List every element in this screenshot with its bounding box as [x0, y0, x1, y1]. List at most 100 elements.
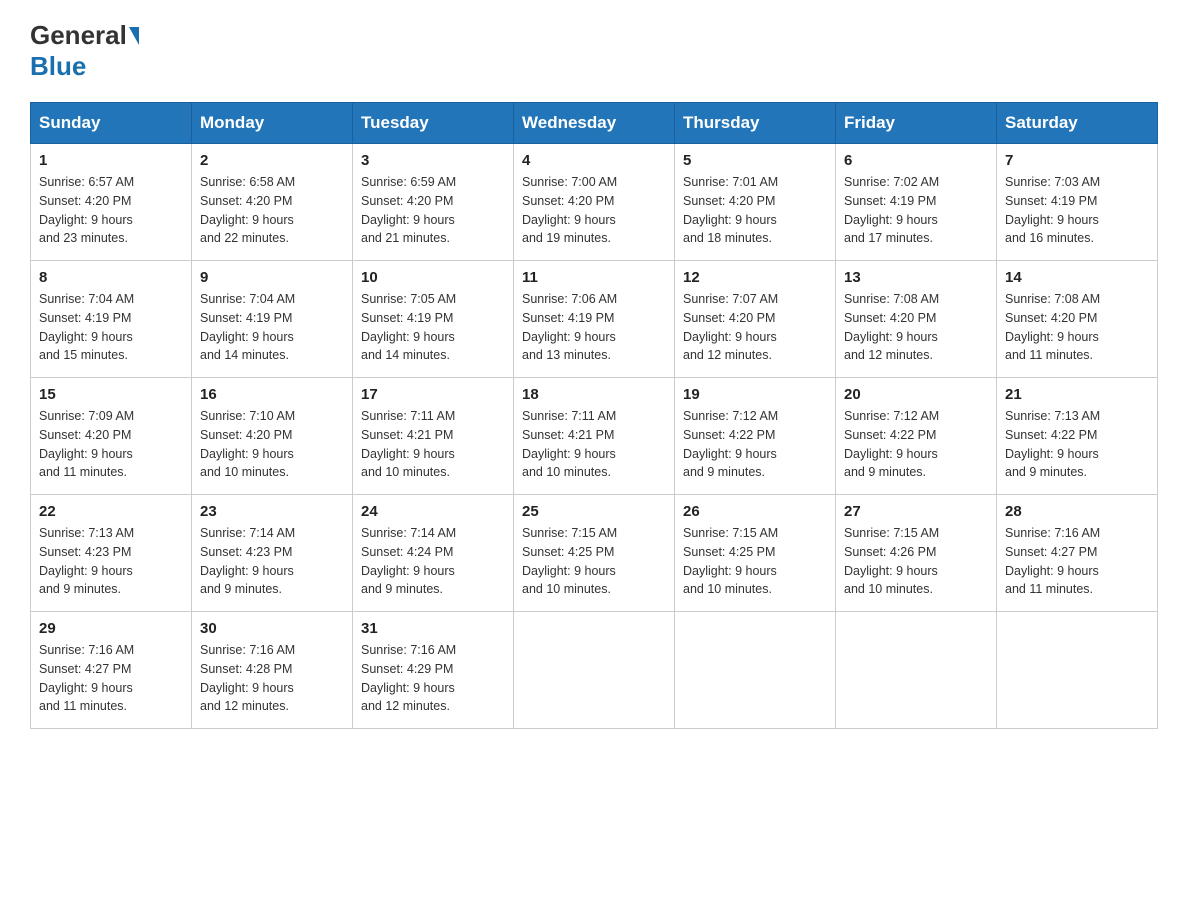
logo-blue-text: Blue [30, 51, 86, 82]
day-cell-22: 22Sunrise: 7:13 AMSunset: 4:23 PMDayligh… [31, 495, 192, 612]
day-info: Sunrise: 6:57 AMSunset: 4:20 PMDaylight:… [39, 173, 183, 248]
weekday-header-thursday: Thursday [675, 103, 836, 144]
page-container: General Blue SundayMondayTuesdayWednesda… [30, 20, 1158, 729]
day-number: 26 [683, 503, 827, 520]
day-cell-8: 8 Sunrise: 7:04 AMSunset: 4:19 PMDaylight… [31, 261, 192, 378]
logo: General Blue [30, 20, 141, 82]
day-number: 29 [39, 620, 183, 637]
day-info: Sunrise: 7:07 AMSunset: 4:20 PMDaylight:… [683, 290, 827, 365]
day-cell-4: 4Sunrise: 7:00 AMSunset: 4:20 PMDaylight… [514, 144, 675, 261]
week-row-1: 1 Sunrise: 6:57 AMSunset: 4:20 PMDaylight… [31, 144, 1158, 261]
day-cell-10: 10Sunrise: 7:05 AMSunset: 4:19 PMDayligh… [353, 261, 514, 378]
day-cell-3: 3 Sunrise: 6:59 AMSunset: 4:20 PMDaylight… [353, 144, 514, 261]
day-number: 7 [1005, 152, 1149, 169]
weekday-header-wednesday: Wednesday [514, 103, 675, 144]
day-info: Sunrise: 7:02 AMSunset: 4:19 PMDaylight:… [844, 173, 988, 248]
logo-arrow-icon [129, 27, 139, 45]
day-cell-6: 6 Sunrise: 7:02 AMSunset: 4:19 PMDaylight… [836, 144, 997, 261]
day-cell-28: 28 Sunrise: 7:16 AMSunset: 4:27 PMDayligh… [997, 495, 1158, 612]
day-cell-1: 1 Sunrise: 6:57 AMSunset: 4:20 PMDaylight… [31, 144, 192, 261]
calendar-table: SundayMondayTuesdayWednesdayThursdayFrid… [30, 102, 1158, 729]
day-info: Sunrise: 7:14 AMSunset: 4:23 PMDaylight:… [200, 524, 344, 599]
day-info: Sunrise: 7:08 AMSunset: 4:20 PMDaylight:… [844, 290, 988, 365]
day-info: Sunrise: 7:15 AMSunset: 4:25 PMDaylight:… [683, 524, 827, 599]
day-info: Sunrise: 7:01 AMSunset: 4:20 PMDaylight:… [683, 173, 827, 248]
day-cell-29: 29 Sunrise: 7:16 AMSunset: 4:27 PMDayligh… [31, 612, 192, 729]
day-cell-16: 16 Sunrise: 7:10 AMSunset: 4:20 PMDayligh… [192, 378, 353, 495]
day-info: Sunrise: 7:10 AMSunset: 4:20 PMDaylight:… [200, 407, 344, 482]
day-number: 15 [39, 386, 183, 403]
day-info: Sunrise: 7:03 AMSunset: 4:19 PMDaylight:… [1005, 173, 1149, 248]
day-cell-5: 5 Sunrise: 7:01 AMSunset: 4:20 PMDaylight… [675, 144, 836, 261]
day-cell-26: 26 Sunrise: 7:15 AMSunset: 4:25 PMDayligh… [675, 495, 836, 612]
day-cell-25: 25 Sunrise: 7:15 AMSunset: 4:25 PMDayligh… [514, 495, 675, 612]
day-number: 24 [361, 503, 505, 520]
day-info: Sunrise: 6:59 AMSunset: 4:20 PMDaylight:… [361, 173, 505, 248]
week-row-4: 22Sunrise: 7:13 AMSunset: 4:23 PMDayligh… [31, 495, 1158, 612]
weekday-header-row: SundayMondayTuesdayWednesdayThursdayFrid… [31, 103, 1158, 144]
empty-cell [997, 612, 1158, 729]
day-info: Sunrise: 7:15 AMSunset: 4:26 PMDaylight:… [844, 524, 988, 599]
day-info: Sunrise: 7:16 AMSunset: 4:27 PMDaylight:… [1005, 524, 1149, 599]
day-cell-27: 27 Sunrise: 7:15 AMSunset: 4:26 PMDayligh… [836, 495, 997, 612]
day-number: 27 [844, 503, 988, 520]
header: General Blue [30, 20, 1158, 82]
day-info: Sunrise: 7:04 AMSunset: 4:19 PMDaylight:… [39, 290, 183, 365]
empty-cell [675, 612, 836, 729]
day-cell-7: 7 Sunrise: 7:03 AMSunset: 4:19 PMDaylight… [997, 144, 1158, 261]
day-info: Sunrise: 7:15 AMSunset: 4:25 PMDaylight:… [522, 524, 666, 599]
week-row-3: 15Sunrise: 7:09 AMSunset: 4:20 PMDayligh… [31, 378, 1158, 495]
day-cell-12: 12Sunrise: 7:07 AMSunset: 4:20 PMDayligh… [675, 261, 836, 378]
day-info: Sunrise: 7:11 AMSunset: 4:21 PMDaylight:… [522, 407, 666, 482]
day-cell-31: 31Sunrise: 7:16 AMSunset: 4:29 PMDayligh… [353, 612, 514, 729]
day-cell-15: 15Sunrise: 7:09 AMSunset: 4:20 PMDayligh… [31, 378, 192, 495]
day-number: 18 [522, 386, 666, 403]
day-number: 2 [200, 152, 344, 169]
day-number: 8 [39, 269, 183, 286]
day-info: Sunrise: 7:12 AMSunset: 4:22 PMDaylight:… [683, 407, 827, 482]
day-info: Sunrise: 7:05 AMSunset: 4:19 PMDaylight:… [361, 290, 505, 365]
calendar-body: 1 Sunrise: 6:57 AMSunset: 4:20 PMDaylight… [31, 144, 1158, 729]
day-cell-30: 30 Sunrise: 7:16 AMSunset: 4:28 PMDayligh… [192, 612, 353, 729]
day-number: 14 [1005, 269, 1149, 286]
day-cell-18: 18 Sunrise: 7:11 AMSunset: 4:21 PMDayligh… [514, 378, 675, 495]
day-number: 3 [361, 152, 505, 169]
empty-cell [514, 612, 675, 729]
weekday-header-sunday: Sunday [31, 103, 192, 144]
day-number: 30 [200, 620, 344, 637]
day-number: 17 [361, 386, 505, 403]
day-cell-21: 21Sunrise: 7:13 AMSunset: 4:22 PMDayligh… [997, 378, 1158, 495]
day-number: 25 [522, 503, 666, 520]
day-cell-11: 11Sunrise: 7:06 AMSunset: 4:19 PMDayligh… [514, 261, 675, 378]
day-number: 16 [200, 386, 344, 403]
day-number: 5 [683, 152, 827, 169]
weekday-header-monday: Monday [192, 103, 353, 144]
day-cell-23: 23 Sunrise: 7:14 AMSunset: 4:23 PMDayligh… [192, 495, 353, 612]
day-cell-14: 14Sunrise: 7:08 AMSunset: 4:20 PMDayligh… [997, 261, 1158, 378]
day-number: 28 [1005, 503, 1149, 520]
day-number: 6 [844, 152, 988, 169]
day-number: 22 [39, 503, 183, 520]
day-info: Sunrise: 7:14 AMSunset: 4:24 PMDaylight:… [361, 524, 505, 599]
day-number: 19 [683, 386, 827, 403]
day-info: Sunrise: 7:11 AMSunset: 4:21 PMDaylight:… [361, 407, 505, 482]
week-row-2: 8 Sunrise: 7:04 AMSunset: 4:19 PMDaylight… [31, 261, 1158, 378]
day-info: Sunrise: 7:16 AMSunset: 4:27 PMDaylight:… [39, 641, 183, 716]
day-info: Sunrise: 7:12 AMSunset: 4:22 PMDaylight:… [844, 407, 988, 482]
day-cell-17: 17 Sunrise: 7:11 AMSunset: 4:21 PMDayligh… [353, 378, 514, 495]
day-cell-20: 20 Sunrise: 7:12 AMSunset: 4:22 PMDayligh… [836, 378, 997, 495]
calendar-header: SundayMondayTuesdayWednesdayThursdayFrid… [31, 103, 1158, 144]
day-number: 9 [200, 269, 344, 286]
logo-general-text: General [30, 20, 127, 51]
day-info: Sunrise: 7:16 AMSunset: 4:28 PMDaylight:… [200, 641, 344, 716]
day-number: 23 [200, 503, 344, 520]
day-info: Sunrise: 6:58 AMSunset: 4:20 PMDaylight:… [200, 173, 344, 248]
day-number: 20 [844, 386, 988, 403]
day-number: 1 [39, 152, 183, 169]
day-info: Sunrise: 7:04 AMSunset: 4:19 PMDaylight:… [200, 290, 344, 365]
day-cell-24: 24 Sunrise: 7:14 AMSunset: 4:24 PMDayligh… [353, 495, 514, 612]
day-number: 4 [522, 152, 666, 169]
weekday-header-tuesday: Tuesday [353, 103, 514, 144]
day-cell-2: 2 Sunrise: 6:58 AMSunset: 4:20 PMDaylight… [192, 144, 353, 261]
day-number: 13 [844, 269, 988, 286]
